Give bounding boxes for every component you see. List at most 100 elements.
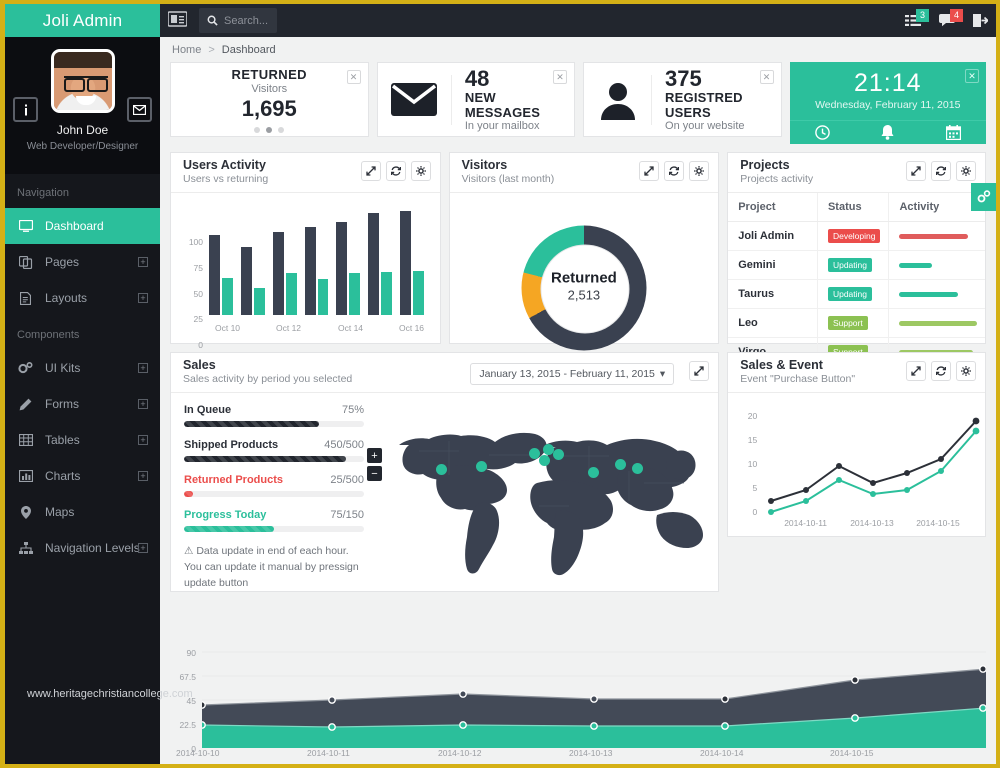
sidebar-item-ui-kits[interactable]: UI Kits + [5,350,160,386]
expand-icon[interactable]: + [138,399,148,409]
profile-info-button[interactable] [13,97,38,122]
sidebar-item-charts[interactable]: Charts + [5,458,160,494]
expand-icon[interactable]: + [138,471,148,481]
chat-badge: 4 [950,9,963,22]
refresh-icon[interactable] [931,361,951,381]
stat-title: NEW MESSAGES [465,90,574,120]
table-row[interactable]: Joli Admin Developing [728,222,985,251]
logout-icon[interactable] [973,14,988,27]
map-marker [476,461,487,472]
warning-icon: ⚠ [184,545,193,557]
refresh-icon[interactable] [664,161,684,181]
expand-icon[interactable] [906,361,926,381]
donut-chart: Returned 2,513 [450,193,719,343]
breadcrumb-separator: > [208,44,214,56]
col-project: Project [728,193,817,222]
bar-chart: 100 75 50 25 0 Oct 10 Oct 1 [171,193,440,343]
close-icon[interactable]: ✕ [347,70,361,84]
clock-widget: ✕ 21:14 Wednesday, February 11, 2015 [790,62,987,144]
sidebar-item-dashboard[interactable]: Dashboard [5,208,160,244]
stat-title: REGISTRED USERS [665,90,780,120]
sidebar-item-layouts[interactable]: Layouts + [5,280,160,316]
table-row[interactable]: Taurus Updating [728,280,985,309]
map-marker [529,448,540,459]
status-badge: Support [828,316,868,330]
close-icon[interactable]: ✕ [965,69,979,83]
world-map[interactable] [389,411,719,576]
stat-card-row: ✕ RETURNED Visitors 1,695 ✕ 48 NEW MESSA… [160,62,996,144]
map-zoom-out-button[interactable]: − [367,466,382,481]
expand-icon[interactable]: + [138,293,148,303]
map-marker [436,464,447,475]
sales-progress-list: In Queue75% Shipped Products450/500 Retu… [184,404,364,591]
brand-logo[interactable]: Joli Admin [5,4,160,37]
stat-card-returned: ✕ RETURNED Visitors 1,695 [170,62,369,137]
sidebar-item-navigation-levels[interactable]: Navigation Levels + [5,530,160,566]
sidebar-item-pages[interactable]: Pages + [5,244,160,280]
sidebar-item-maps[interactable]: Maps [5,494,160,530]
sidebar-item-tables[interactable]: Tables + [5,422,160,458]
stat-subtitle: Visitors [251,83,287,95]
table-row[interactable]: Gemini Updating [728,251,985,280]
expand-icon[interactable]: + [138,257,148,267]
profile-message-button[interactable] [127,97,152,122]
expand-icon[interactable] [361,161,381,181]
clock-icon[interactable] [790,121,856,144]
progress-item: In Queue75% [184,404,364,427]
chevron-down-icon: ▾ [660,368,665,380]
gear-icon[interactable] [689,161,709,181]
expand-icon[interactable]: + [138,435,148,445]
envelope-small-icon [133,105,146,115]
refresh-icon[interactable] [931,161,951,181]
chat-icon[interactable]: 4 [939,14,955,27]
map-zoom-in-button[interactable]: + [367,448,382,463]
panel-sales: Sales Sales activity by period you selec… [170,352,719,592]
sidebar-item-label: Navigation Levels [45,541,140,555]
status-badge: Developing [828,229,881,243]
bell-icon[interactable] [855,121,921,144]
date-range-picker[interactable]: January 13, 2015 - February 11, 2015 ▾ [470,363,674,385]
gears-icon [18,362,33,375]
close-icon[interactable]: ✕ [760,70,774,84]
gear-icon[interactable] [956,161,976,181]
stat-card-users: ✕ 375 REGISTRED USERS On your website [583,62,782,137]
sidebar-item-label: Forms [45,397,79,411]
donut-center-value: 2,513 [521,288,646,303]
expand-icon[interactable] [639,161,659,181]
progress-value: 25/500 [330,474,364,486]
search-input[interactable]: Search... [199,8,277,33]
progress-value: 75% [342,404,364,416]
sidebar-item-forms[interactable]: Forms + [5,386,160,422]
gear-icon[interactable] [411,161,431,181]
tasks-icon[interactable]: 3 [905,14,921,27]
expand-icon[interactable]: + [138,543,148,553]
settings-fab-icon[interactable] [971,183,996,211]
calendar-icon[interactable] [921,121,987,144]
table-row[interactable]: Leo Support [728,309,985,338]
bar-chart-icon [18,470,33,482]
watermark: www.heritagechristiancollege.com [27,688,193,700]
sidebar-toggle-icon[interactable] [168,11,190,30]
activity-bar [899,321,977,326]
expand-icon[interactable]: + [138,363,148,373]
projects-table: Project Status Activity Joli Admin Devel… [728,193,985,367]
map-zoom-controls: + − [367,448,382,481]
nav-section-components: Components [5,316,160,350]
map-marker [632,463,643,474]
progress-item: Progress Today75/150 [184,509,364,532]
activity-bar [899,234,977,239]
breadcrumb-home[interactable]: Home [172,44,201,56]
search-icon [207,15,218,26]
gear-icon[interactable] [956,361,976,381]
date-range-label: January 13, 2015 - February 11, 2015 [479,368,655,380]
table-header-row: Project Status Activity [728,193,985,222]
carousel-dots[interactable] [254,127,284,133]
clock-time: 21:14 [790,69,987,98]
expand-icon[interactable] [689,361,709,381]
expand-icon[interactable] [906,161,926,181]
top-bar: Joli Admin Search... 3 4 [5,4,996,37]
refresh-icon[interactable] [386,161,406,181]
close-icon[interactable]: ✕ [553,70,567,84]
map-marker [588,467,599,478]
cell-project: Leo [728,309,817,338]
